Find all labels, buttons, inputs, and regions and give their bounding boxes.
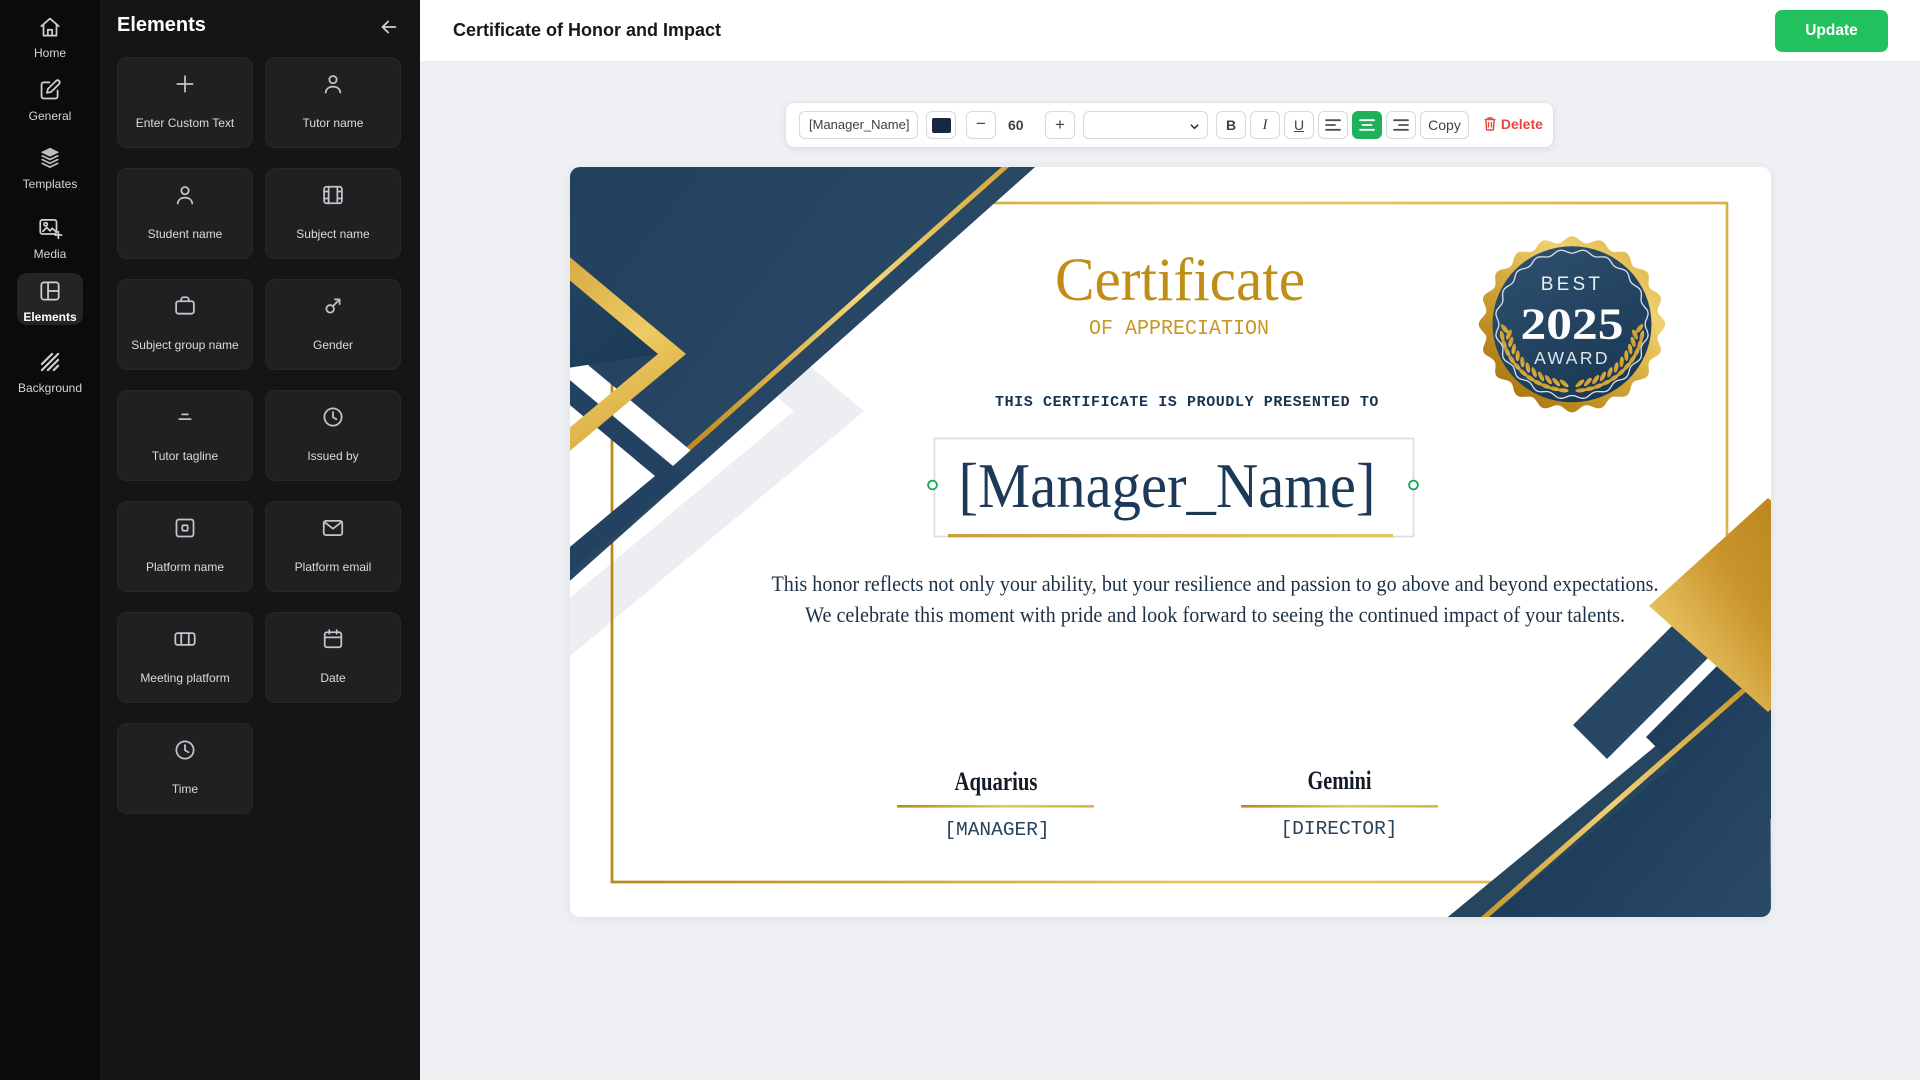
svg-text:We celebrate this moment with: We celebrate this moment with pride and … (805, 602, 1625, 627)
svg-text:[MANAGER]: [MANAGER] (944, 819, 1049, 841)
svg-text:OF APPRECIATION: OF APPRECIATION (1089, 318, 1269, 341)
svg-text:[DIRECTOR]: [DIRECTOR] (1280, 818, 1397, 840)
svg-text:[Manager_Name]: [Manager_Name] (959, 451, 1376, 521)
svg-text:2025: 2025 (1521, 299, 1624, 348)
svg-text:Aquarius: Aquarius (955, 767, 1038, 796)
svg-text:This honor reflects not only y: This honor reflects not only your abilit… (772, 571, 1659, 596)
svg-text:THIS CERTIFICATE IS PROUDLY PR: THIS CERTIFICATE IS PROUDLY PRESENTED TO (995, 394, 1379, 411)
svg-text:BEST: BEST (1541, 274, 1603, 295)
svg-text:AWARD: AWARD (1534, 348, 1610, 368)
svg-text:Gemini: Gemini (1308, 766, 1372, 795)
svg-text:Certificate: Certificate (1055, 247, 1305, 314)
